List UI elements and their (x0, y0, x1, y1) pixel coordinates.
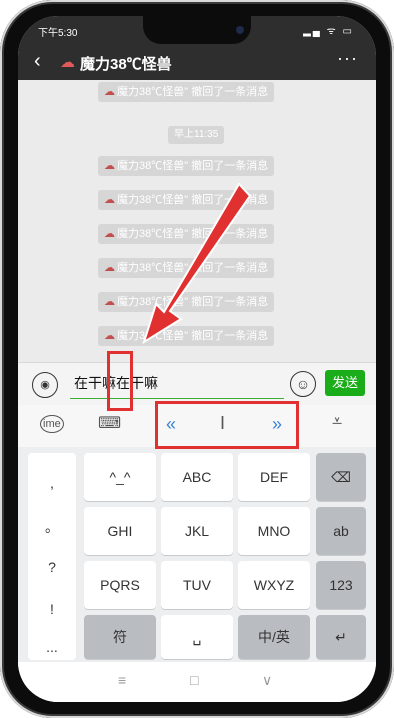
cursor-highlight-box (107, 351, 133, 411)
key-abc[interactable]: ABC (161, 453, 233, 501)
ime-icon[interactable]: ime (40, 415, 64, 433)
recall-notice-text: 魔力38℃怪兽" 撤回了一条消息 (117, 228, 269, 240)
backspace-icon[interactable]: ⌫ (316, 453, 366, 501)
recall-notice: ☁ 魔力38℃怪兽" 撤回了一条消息 (98, 258, 275, 278)
recall-avatar-icon: ☁ (104, 228, 115, 240)
t9-keyboard: , 。 ? ! ... ^_^ ABC DEF ⌫ GHI JKL MNO ab… (18, 447, 376, 662)
punct-key-comma[interactable]: , (28, 475, 76, 491)
hide-keyboard-icon[interactable]: ⩡ (332, 411, 342, 432)
punct-key-ellipsis[interactable]: ... (28, 639, 76, 655)
notch (143, 16, 251, 44)
menu-icon[interactable]: ≡ (118, 672, 126, 688)
home-icon[interactable]: □ (190, 672, 198, 688)
punct-key-exclaim[interactable]: ! (28, 601, 76, 617)
recall-notice-text: 魔力38℃怪兽" 撤回了一条消息 (117, 262, 269, 274)
key-wxyz[interactable]: WXYZ (238, 561, 310, 609)
key-123[interactable]: 123 (316, 561, 366, 609)
space-key-icon[interactable]: ␣ (161, 615, 233, 659)
chat-title: 魔力38℃怪兽 (80, 56, 172, 73)
recall-notice-text: 魔力38℃怪兽" 撤回了一条消息 (117, 160, 269, 172)
input-bar: ◉ 在干嘛在干嘛 ☺ 发送 (18, 362, 376, 405)
more-icon[interactable]: ··· (337, 48, 358, 69)
recall-notice-text: 魔力38℃怪兽" 撤回了一条消息 (117, 194, 269, 206)
send-button[interactable]: 发送 (325, 370, 365, 396)
chat-area: ☁ 魔力38℃怪兽" 撤回了一条消息 早上11:35 ☁ 魔力38℃怪兽" 撤回了一… (18, 80, 376, 362)
recall-notice: ☁ 魔力38℃怪兽" 撤回了一条消息 (98, 224, 275, 244)
recall-avatar-icon: ☁ (104, 262, 115, 274)
recall-avatar-icon: ☁ (104, 330, 115, 342)
recall-avatar-icon: ☁ (104, 86, 115, 98)
keyboard-icon[interactable]: ⌨ (98, 413, 121, 433)
key-jkl[interactable]: JKL (161, 507, 233, 555)
enter-icon[interactable]: ↵ (316, 615, 366, 659)
key-ghi[interactable]: GHI (84, 507, 156, 555)
key-pqrs[interactable]: PQRS (84, 561, 156, 609)
recall-notice-text: 魔力38℃怪兽" 撤回了一条消息 (117, 296, 269, 308)
camera-icon (236, 26, 244, 34)
recall-notice-text: 魔力38℃怪兽" 撤回了一条消息 (117, 330, 269, 342)
system-nav-bar: ≡ □ ∨ (18, 662, 376, 702)
status-icons: ▂▄ ᯤ ▭ (303, 26, 354, 37)
recall-notice: ☁ 魔力38℃怪兽" 撤回了一条消息 (98, 190, 275, 210)
nav-back-icon[interactable]: ∨ (262, 672, 272, 689)
recall-notice: ☁ 魔力38℃怪兽" 撤回了一条消息 (98, 292, 275, 312)
recall-avatar-icon: ☁ (104, 194, 115, 206)
timestamp: 早上11:35 (168, 126, 225, 144)
key-emoticon[interactable]: ^_^ (84, 453, 156, 501)
status-time: 下午5:30 (38, 28, 78, 39)
key-ab[interactable]: ab (316, 507, 366, 555)
chat-header: ‹ ☁ 魔力38℃怪兽 ··· (18, 44, 376, 80)
emoji-icon[interactable]: ☺ (290, 371, 316, 397)
punct-key-question[interactable]: ? (28, 559, 76, 575)
key-tuv[interactable]: TUV (161, 561, 233, 609)
recall-notice: ☁ 魔力38℃怪兽" 撤回了一条消息 (98, 82, 275, 102)
key-lang-switch[interactable]: 中/英 (238, 615, 310, 659)
cursor-control-highlight-box (155, 401, 299, 449)
contact-avatar-icon: ☁ (60, 54, 75, 71)
recall-avatar-icon: ☁ (104, 296, 115, 308)
key-def[interactable]: DEF (238, 453, 310, 501)
recall-notice-text: 魔力38℃怪兽" 撤回了一条消息 (117, 86, 269, 98)
recall-notice: ☁ 魔力38℃怪兽" 撤回了一条消息 (98, 326, 275, 346)
voice-icon[interactable]: ◉ (32, 372, 58, 398)
punct-key-period[interactable]: 。 (28, 517, 76, 537)
key-symbols[interactable]: 符 (84, 615, 156, 659)
punctuation-column: , 。 ? ! ... (28, 453, 76, 660)
phone-frame: 下午5:30 ▂▄ ᯤ ▭ ‹ ☁ 魔力38℃怪兽 ··· ☁ 魔力38℃怪兽" … (0, 0, 394, 718)
recall-avatar-icon: ☁ (104, 160, 115, 172)
screen: 下午5:30 ▂▄ ᯤ ▭ ‹ ☁ 魔力38℃怪兽 ··· ☁ 魔力38℃怪兽" … (18, 16, 376, 702)
recall-notice: ☁ 魔力38℃怪兽" 撤回了一条消息 (98, 156, 275, 176)
back-icon[interactable]: ‹ (34, 50, 41, 73)
message-input[interactable]: 在干嘛在干嘛 (70, 368, 284, 399)
key-mno[interactable]: MNO (238, 507, 310, 555)
